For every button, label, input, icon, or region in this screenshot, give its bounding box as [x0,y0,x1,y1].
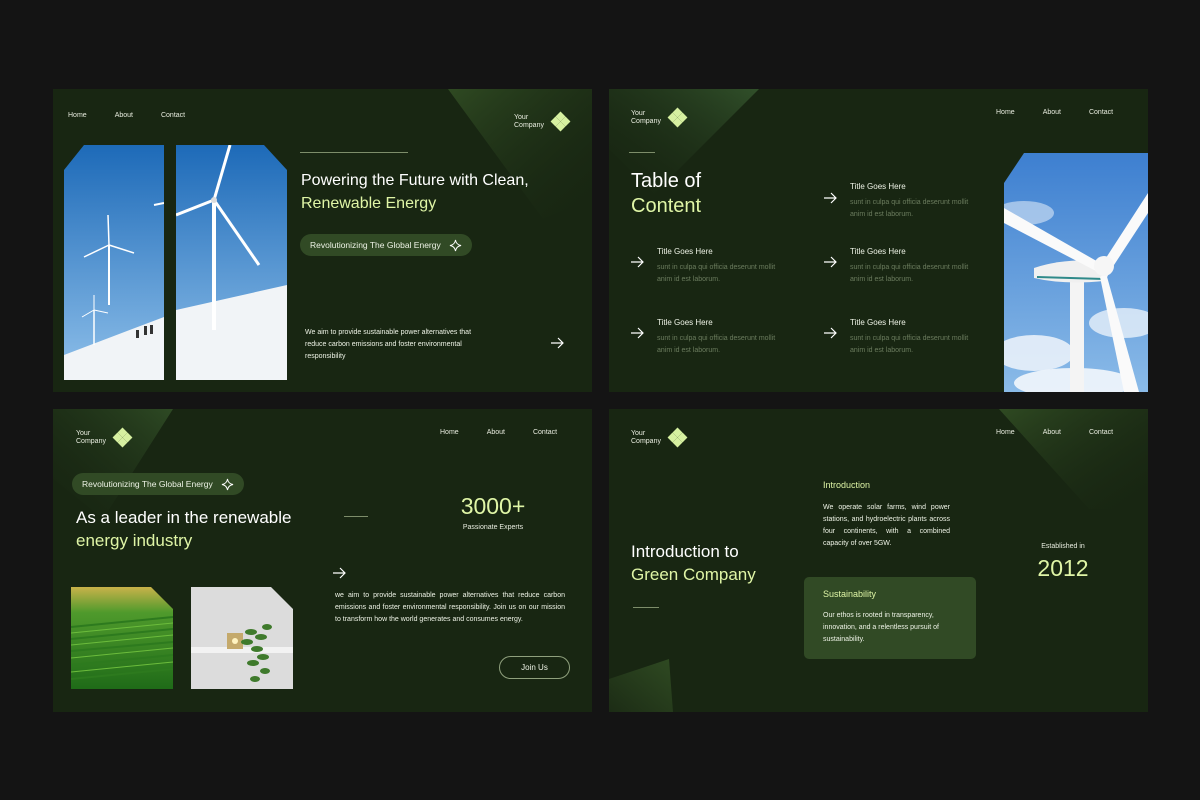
nav-about[interactable]: About [1043,109,1061,116]
top-nav: Home About Contact [996,429,1113,436]
nav-contact[interactable]: Contact [161,112,185,119]
sustainability-card: Sustainability Our ethos is rooted in tr… [804,577,976,659]
headline-line-1: As a leader in the renewable [76,508,292,527]
sparkle-icon [449,239,461,251]
logo-diamond-icon [112,427,133,448]
logo-line-1: Your [76,429,91,437]
corner-glow [999,409,1148,509]
nav-about[interactable]: About [1043,429,1061,436]
slide-leader[interactable]: Your Company Home About Contact Revoluti… [53,409,592,712]
cover-headline: Powering the Future with Clean, Renewabl… [301,169,529,215]
logo-diamond-icon [550,111,571,132]
intro-heading-line-2: Green Company [631,565,756,584]
pill-label: Revolutionizing The Global Energy [310,240,441,250]
established-year: 2012 [1037,555,1089,581]
logo-line-1: Your [631,109,646,117]
toc-item-title[interactable]: Title Goes Here [850,247,906,256]
tagline-pill: Revolutionizing The Global Energy [72,473,244,495]
logo-line-2: Company [514,121,544,129]
nav-contact[interactable]: Contact [1089,109,1113,116]
nav-about[interactable]: About [115,112,133,119]
company-logo[interactable]: Your Company [631,107,688,128]
corner-glow [53,409,173,519]
headline-line-2: Renewable Energy [301,195,437,212]
introduction-body: We operate solar farms, wind power stati… [823,504,950,547]
tagline-pill: Revolutionizing The Global Energy [300,234,472,256]
slide-introduction[interactable]: Your Company Home About Contact Introduc… [609,409,1148,712]
arrow-right-icon[interactable] [630,256,644,268]
crop-field-photo [71,587,173,689]
introduction-heading: Introduction [823,480,871,490]
divider-line [629,152,655,153]
stat-value: 3000+ [460,493,526,519]
arrow-right-icon[interactable] [823,192,837,204]
join-us-button[interactable]: Join Us [499,656,570,679]
toc-heading: Table of Content [631,169,701,219]
turbine-closeup-photo [1004,153,1148,392]
sustainability-heading: Sustainability [823,589,877,599]
logo-line-1: Your [631,429,646,437]
stat-label: Passionate Experts [462,524,524,531]
headline-line-2: energy industry [76,531,193,550]
top-nav: Home About Contact [996,109,1113,116]
toc-item-desc: sunt in culpa qui officia deserunt molli… [850,335,969,354]
toc-heading-line-2: Content [631,195,702,217]
nav-home[interactable]: Home [996,109,1015,116]
sparkle-icon [221,478,233,490]
headline-line-1: Powering the Future with Clean, [301,172,529,189]
leader-body: we aim to provide sustainable power alte… [335,592,565,624]
divider-line [633,607,659,608]
arrow-right-icon[interactable] [332,567,346,579]
toc-item-desc: sunt in culpa qui officia deserunt molli… [850,264,969,283]
toc-item-title[interactable]: Title Goes Here [850,318,906,327]
sustainability-body: Our ethos is rooted in transparency, inn… [823,612,939,643]
logo-diamond-icon [667,107,688,128]
logo-line-1: Your [514,113,529,121]
company-logo[interactable]: Your Company [76,427,133,448]
nav-home[interactable]: Home [996,429,1015,436]
top-nav: Home About Contact [68,112,185,119]
intro-heading-line-1: Introduction to [631,542,739,561]
top-nav: Home About Contact [440,429,557,436]
logo-line-2: Company [76,437,106,445]
toc-item-title[interactable]: Title Goes Here [657,247,713,256]
company-logo[interactable]: Your Company [514,111,571,132]
toc-item-desc: sunt in culpa qui officia deserunt molli… [657,335,776,354]
toc-item-title[interactable]: Title Goes Here [850,182,906,191]
nav-contact[interactable]: Contact [1089,429,1113,436]
divider-line [300,152,408,153]
divider-line [344,516,368,517]
cover-body: We aim to provide sustainable power alte… [305,329,472,360]
toc-item-desc: sunt in culpa qui officia deserunt molli… [850,199,969,218]
arrow-right-icon[interactable] [630,327,644,339]
intro-heading: Introduction to Green Company [631,540,756,586]
company-logo[interactable]: Your Company [631,427,688,448]
toc-item-desc: sunt in culpa qui officia deserunt molli… [657,264,776,283]
arrow-right-icon[interactable] [823,327,837,339]
logo-line-2: Company [631,437,661,445]
nav-contact[interactable]: Contact [533,429,557,436]
nav-about[interactable]: About [487,429,505,436]
toc-heading-line-1: Table of [631,170,702,192]
nav-home[interactable]: Home [440,429,459,436]
logo-line-2: Company [631,117,661,125]
bottom-glow [609,659,673,712]
arrow-right-icon[interactable] [823,256,837,268]
pill-label: Revolutionizing The Global Energy [82,479,213,489]
leader-headline: As a leader in the renewable energy indu… [76,506,291,552]
slide-cover[interactable]: Home About Contact Your Company Powering… [53,89,592,392]
logo-diamond-icon [667,427,688,448]
arrow-right-icon[interactable] [550,337,564,349]
plant-photo [191,587,293,689]
established-label: Established in [1041,543,1085,550]
slide-table-of-content[interactable]: Your Company Home About Contact Table of… [609,89,1148,392]
toc-item-title[interactable]: Title Goes Here [657,318,713,327]
nav-home[interactable]: Home [68,112,87,119]
wind-turbine-photo [64,145,287,380]
